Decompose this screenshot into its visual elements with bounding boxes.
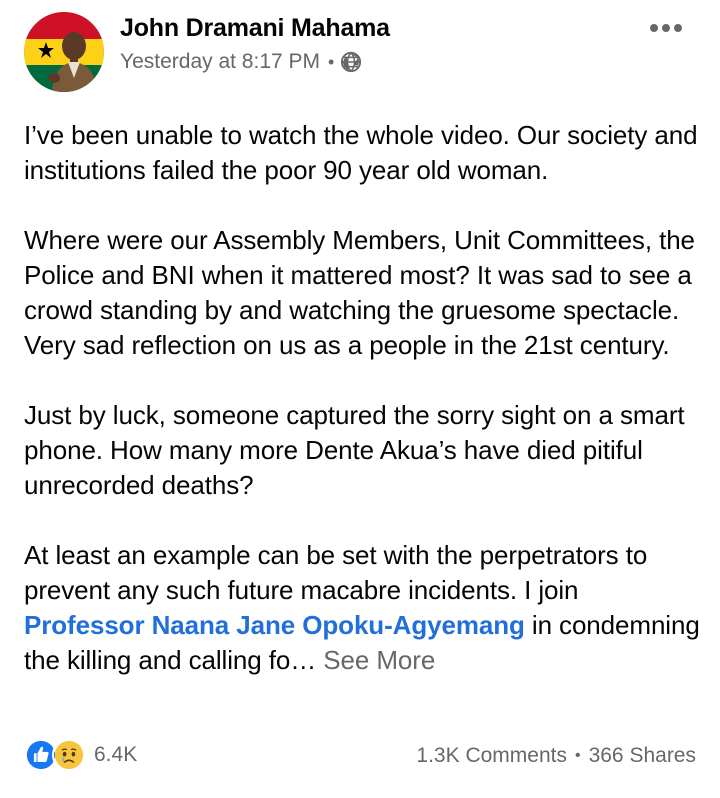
post-paragraph: Where were our Assembly Members, Unit Co… bbox=[24, 225, 695, 360]
post-paragraph: I’ve been unable to watch the whole vide… bbox=[24, 120, 698, 185]
shares-count[interactable]: 366 Shares bbox=[589, 744, 696, 768]
globe-icon[interactable] bbox=[340, 51, 362, 73]
author-name[interactable]: John Dramani Mahama bbox=[120, 14, 390, 43]
post-body: I’ve been unable to watch the whole vide… bbox=[24, 118, 700, 678]
sad-icon bbox=[52, 738, 86, 772]
author-avatar[interactable] bbox=[24, 12, 104, 92]
more-dot bbox=[650, 24, 658, 32]
reactions-summary[interactable]: 6.4K bbox=[24, 738, 137, 772]
reaction-count: 6.4K bbox=[94, 743, 138, 766]
paragraph-text: At least an example can be set with the … bbox=[24, 540, 648, 605]
more-dot bbox=[674, 24, 682, 32]
post-footer: 6.4K 1.3K Comments • 366 Shares bbox=[24, 738, 696, 776]
see-more-link[interactable]: See More bbox=[323, 645, 435, 675]
post-stats: 1.3K Comments • 366 Shares bbox=[416, 744, 696, 768]
mention-link[interactable]: Professor Naana Jane Opoku-Agyemang bbox=[24, 610, 525, 640]
post-meta: Yesterday at 8:17 PM • bbox=[120, 48, 362, 76]
more-options-icon[interactable] bbox=[650, 24, 682, 32]
post-paragraph-last: At least an example can be set with the … bbox=[24, 538, 700, 678]
post-timestamp[interactable]: Yesterday at 8:17 PM bbox=[120, 50, 320, 74]
more-dot bbox=[662, 24, 670, 32]
post-header: John Dramani Mahama Yesterday at 8:17 PM… bbox=[24, 12, 696, 92]
comments-count[interactable]: 1.3K Comments bbox=[416, 744, 567, 768]
post-paragraph: Just by luck, someone captured the sorry… bbox=[24, 400, 685, 500]
stats-separator: • bbox=[574, 747, 581, 764]
avatar-image bbox=[24, 12, 104, 92]
meta-separator: • bbox=[328, 51, 335, 72]
